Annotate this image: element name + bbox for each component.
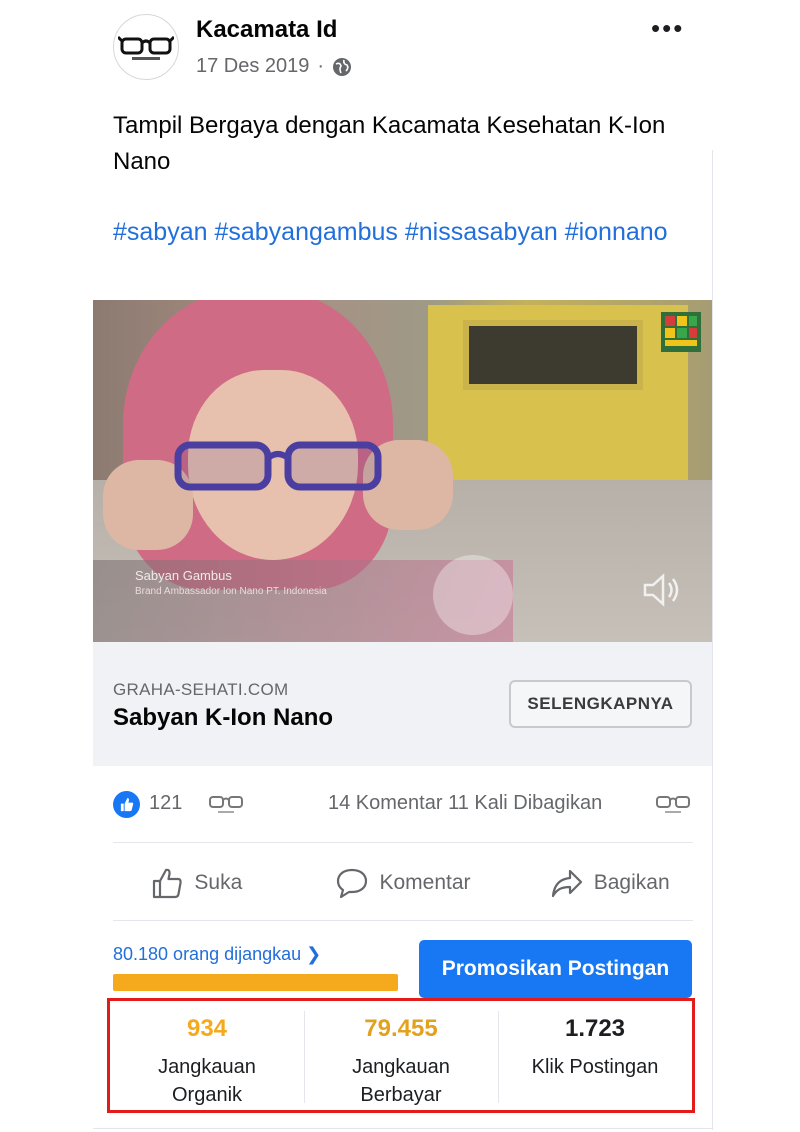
globe-icon (333, 57, 352, 76)
post-clicks-metric: 1.723 Klik Postingan (498, 1001, 692, 1110)
post-meta: 17 Des 2019 · (196, 55, 352, 78)
post-insights-highlight: 934 Jangkauan Organik 79.455 Jangkauan B… (107, 998, 695, 1113)
like-label: Suka (194, 870, 243, 894)
engagement-bar: 121 14 Komentar 11 Kali Dibagikan (93, 766, 713, 842)
post-clicks-label: Klik Postingan (531, 1056, 659, 1078)
page-avatar-mini-icon (209, 796, 243, 813)
card-edge (712, 150, 716, 1130)
divider (113, 920, 693, 921)
chevron-right-icon: ❯ (306, 944, 322, 964)
page-avatar-mini-icon[interactable] (655, 791, 691, 817)
comments-shares-count[interactable]: 14 Komentar 11 Kali Dibagikan (328, 792, 602, 815)
post-clicks-value: 1.723 (564, 1015, 626, 1042)
like-button[interactable]: Suka (93, 845, 300, 920)
post-text: Tampil Bergaya dengan Kacamata Kesehatan… (113, 112, 666, 175)
link-title[interactable]: Sabyan K-Ion Nano (113, 704, 333, 732)
reach-progress-bar (113, 974, 398, 991)
paid-reach-metric: 79.455 Jangkauan Berbayar (304, 1001, 498, 1110)
post-actions: Suka Komentar Bagikan (93, 845, 713, 920)
paid-reach-label: Jangkauan Berbayar (352, 1056, 450, 1106)
learn-more-button[interactable]: SELENGKAPNYA (509, 680, 692, 728)
bokeh-light (433, 555, 513, 635)
eyeglasses-image (174, 441, 382, 491)
comment-label: Komentar (379, 870, 471, 894)
people-reached-text: 80.180 orang dijangkau (113, 944, 302, 964)
divider (113, 842, 693, 843)
channel-badge-icon (661, 312, 701, 352)
background-window (463, 320, 643, 390)
more-horizontal-icon[interactable]: ••• (651, 15, 684, 41)
speaker-icon[interactable] (641, 572, 681, 608)
paid-reach-value: 79.455 (364, 1015, 438, 1042)
share-button[interactable]: Bagikan (506, 845, 713, 920)
like-count[interactable]: 121 (149, 792, 182, 815)
hashtags[interactable]: #sabyan #sabyangambus #nissasabyan #ionn… (113, 214, 693, 250)
post-date[interactable]: 17 Des 2019 (196, 55, 309, 78)
comment-icon (337, 868, 368, 898)
page-avatar[interactable] (113, 14, 179, 80)
promote-post-button[interactable]: Promosikan Postingan (419, 940, 692, 998)
page-name[interactable]: Kacamata Id (196, 16, 337, 44)
people-reached-link[interactable]: 80.180 orang dijangkau ❯ (113, 944, 321, 965)
organic-reach-value: 934 (186, 1015, 228, 1042)
organic-reach-metric: 934 Jangkauan Organik (110, 1001, 304, 1110)
video-player[interactable]: Sabyan Gambus Brand Ambassador Ion Nano … (93, 300, 713, 642)
like-reaction-icon[interactable] (113, 791, 140, 818)
separator-dot: · (317, 55, 325, 77)
glasses-logo-icon (118, 35, 174, 60)
comment-button[interactable]: Komentar (300, 845, 507, 920)
thumbs-up-icon (153, 868, 183, 898)
share-label: Bagikan (593, 870, 670, 894)
link-preview[interactable]: GRAHA-SEHATI.COM Sabyan K-Ion Nano SELEN… (93, 642, 713, 766)
link-domain: GRAHA-SEHATI.COM (113, 680, 289, 699)
organic-reach-label: Jangkauan Organik (158, 1056, 256, 1106)
share-icon (551, 869, 582, 897)
video-caption-title: Sabyan Gambus (135, 568, 232, 583)
facebook-post-card: Kacamata Id 17 Des 2019 · ••• Tampil Ber… (93, 0, 713, 1132)
divider (93, 1128, 713, 1129)
video-caption-subtitle: Brand Ambassador Ion Nano PT. Indonesia (135, 586, 327, 597)
